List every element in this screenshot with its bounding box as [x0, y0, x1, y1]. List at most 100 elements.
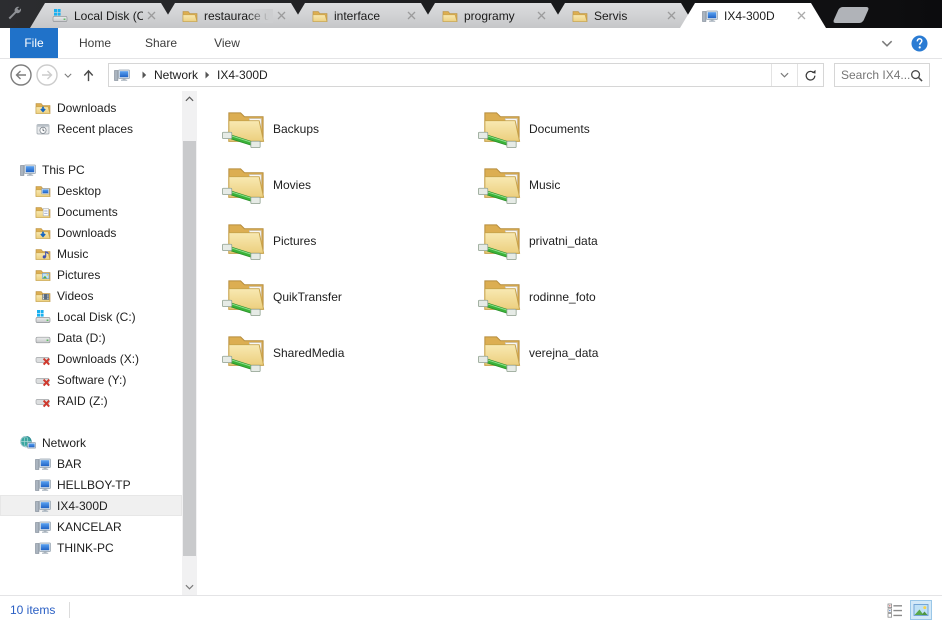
- tab-local-disk-c[interactable]: Local Disk (C:): [30, 3, 176, 28]
- thumbnails-view-button[interactable]: [910, 600, 932, 620]
- sidebar-item-label: Downloads: [57, 100, 117, 115]
- new-tab-button[interactable]: [832, 7, 870, 23]
- scroll-up-arrow-icon[interactable]: [182, 91, 197, 107]
- computer-icon: [702, 8, 718, 24]
- sidebar-item-kancelar[interactable]: KANCELAR: [0, 516, 182, 537]
- sidebar-item-network[interactable]: Network: [0, 432, 182, 453]
- sidebar-item-label: Documents: [57, 204, 118, 219]
- refresh-button[interactable]: [797, 64, 823, 86]
- address-bar-row: Network IX4-300D Search IX4...: [0, 59, 942, 91]
- recent-locations-dropdown[interactable]: [60, 73, 76, 78]
- sidebar-item-local-disk-c[interactable]: Local Disk (C:): [0, 306, 182, 327]
- scrollbar-thumb[interactable]: [183, 141, 196, 556]
- tab-label: Local Disk (C:): [74, 8, 143, 23]
- search-icon: [910, 69, 923, 82]
- sidebar-item-think-pc[interactable]: THINK-PC: [0, 537, 182, 558]
- tab-programy[interactable]: programy: [420, 3, 566, 28]
- sidebar-item-label: Music: [57, 246, 89, 261]
- folder-item-movies[interactable]: Movies: [221, 157, 477, 213]
- sidebar-item-documents[interactable]: Documents: [0, 201, 182, 222]
- tab-home[interactable]: Home: [66, 28, 124, 58]
- folder-item-quiktransfer[interactable]: QuikTransfer: [221, 269, 477, 325]
- folder-item-privatni-data[interactable]: privatni_data: [477, 213, 733, 269]
- forward-button[interactable]: [34, 64, 60, 86]
- details-view-button[interactable]: [884, 600, 906, 620]
- close-icon[interactable]: [407, 11, 416, 20]
- sidebar-item-label: Desktop: [57, 183, 102, 198]
- shared-folder-icon: [221, 331, 268, 376]
- folder-label: Documents: [529, 122, 590, 136]
- shared-folder-icon: [221, 163, 268, 208]
- network-icon: [20, 435, 36, 451]
- settings-wrench-icon[interactable]: [0, 0, 30, 28]
- sidebar-item-this-pc[interactable]: This PC: [0, 159, 182, 180]
- sidebar-scrollbar[interactable]: [182, 91, 197, 595]
- shared-folder-icon: [477, 107, 524, 152]
- back-button[interactable]: [8, 64, 34, 86]
- folder-item-documents[interactable]: Documents: [477, 101, 733, 157]
- sidebar-item-videos[interactable]: Videos: [0, 285, 182, 306]
- computer-icon: [114, 67, 130, 83]
- shared-folder-icon: [477, 163, 524, 208]
- breadcrumb-network[interactable]: Network: [154, 68, 198, 82]
- close-icon[interactable]: [147, 11, 156, 20]
- tab-interface[interactable]: interface: [290, 3, 436, 28]
- folder-label: Music: [529, 178, 561, 192]
- up-button[interactable]: [76, 68, 100, 83]
- shared-folder-icon: [477, 275, 524, 320]
- tab-view[interactable]: View: [198, 28, 256, 58]
- tab-ix4-300d-active[interactable]: IX4-300D: [680, 3, 826, 28]
- folder-item-sharedmedia[interactable]: SharedMedia: [221, 325, 477, 381]
- folder-item-pictures[interactable]: Pictures: [221, 213, 477, 269]
- help-icon[interactable]: [911, 35, 928, 52]
- folder-label: Pictures: [273, 234, 317, 248]
- music-folder-icon: [35, 246, 51, 262]
- scroll-down-arrow-icon[interactable]: [182, 579, 197, 595]
- close-icon[interactable]: [797, 11, 806, 20]
- search-input[interactable]: Search IX4...: [834, 63, 930, 87]
- sidebar-item-pictures[interactable]: Pictures: [0, 264, 182, 285]
- sidebar-item-downloads[interactable]: Downloads: [0, 222, 182, 243]
- tab-share[interactable]: Share: [132, 28, 190, 58]
- sidebar-item-downloads-favorite[interactable]: Downloads: [0, 97, 182, 118]
- tab-servis[interactable]: Servis: [550, 3, 696, 28]
- sidebar-item-label: Software (Y:): [57, 372, 127, 387]
- desktop-icon: [35, 183, 51, 199]
- sidebar-item-bar[interactable]: BAR: [0, 453, 182, 474]
- sidebar-item-label: Pictures: [57, 267, 101, 282]
- close-icon[interactable]: [667, 11, 676, 20]
- search-placeholder: Search IX4...: [841, 68, 910, 82]
- file-menu-button[interactable]: File: [10, 28, 58, 58]
- shared-folder-icon: [221, 219, 268, 264]
- folder-label: verejna_data: [529, 346, 599, 360]
- status-divider: [69, 602, 71, 618]
- sidebar-item-recent-places[interactable]: Recent places: [0, 118, 182, 139]
- sidebar-item-label: Network: [42, 435, 87, 450]
- folder-item-backups[interactable]: Backups: [221, 101, 477, 157]
- expand-ribbon-chevron-icon[interactable]: [881, 40, 893, 47]
- tab-restaurace[interactable]: restaurace u St: [160, 3, 306, 28]
- close-icon[interactable]: [537, 11, 546, 20]
- folder-label: Movies: [273, 178, 312, 192]
- file-list-area: Backups Documents Movies Music Pictures …: [197, 91, 942, 595]
- folder-item-music[interactable]: Music: [477, 157, 733, 213]
- sidebar-item-ix4-300d-selected[interactable]: IX4-300D: [0, 495, 182, 516]
- status-bar: 10 items: [0, 595, 942, 624]
- recent-places-icon: [35, 121, 51, 137]
- sidebar-item-hellboy-tp[interactable]: HELLBOY-TP: [0, 474, 182, 495]
- sidebar-item-desktop[interactable]: Desktop: [0, 180, 182, 201]
- sidebar-item-downloads-x[interactable]: Downloads (X:): [0, 348, 182, 369]
- sidebar-item-software-y[interactable]: Software (Y:): [0, 369, 182, 390]
- breadcrumb-ix4-300d[interactable]: IX4-300D: [217, 68, 268, 82]
- tab-label: programy: [464, 8, 515, 23]
- address-history-dropdown[interactable]: [771, 64, 797, 86]
- folder-item-verejna-data[interactable]: verejna_data: [477, 325, 733, 381]
- address-bar[interactable]: Network IX4-300D: [108, 63, 824, 87]
- close-icon[interactable]: [277, 11, 286, 20]
- sidebar-item-music[interactable]: Music: [0, 243, 182, 264]
- folder-label: rodinne_foto: [529, 290, 596, 304]
- download-folder-icon: [35, 100, 51, 116]
- sidebar-item-data-d[interactable]: Data (D:): [0, 327, 182, 348]
- sidebar-item-raid-z[interactable]: RAID (Z:): [0, 390, 182, 411]
- folder-item-rodinne-foto[interactable]: rodinne_foto: [477, 269, 733, 325]
